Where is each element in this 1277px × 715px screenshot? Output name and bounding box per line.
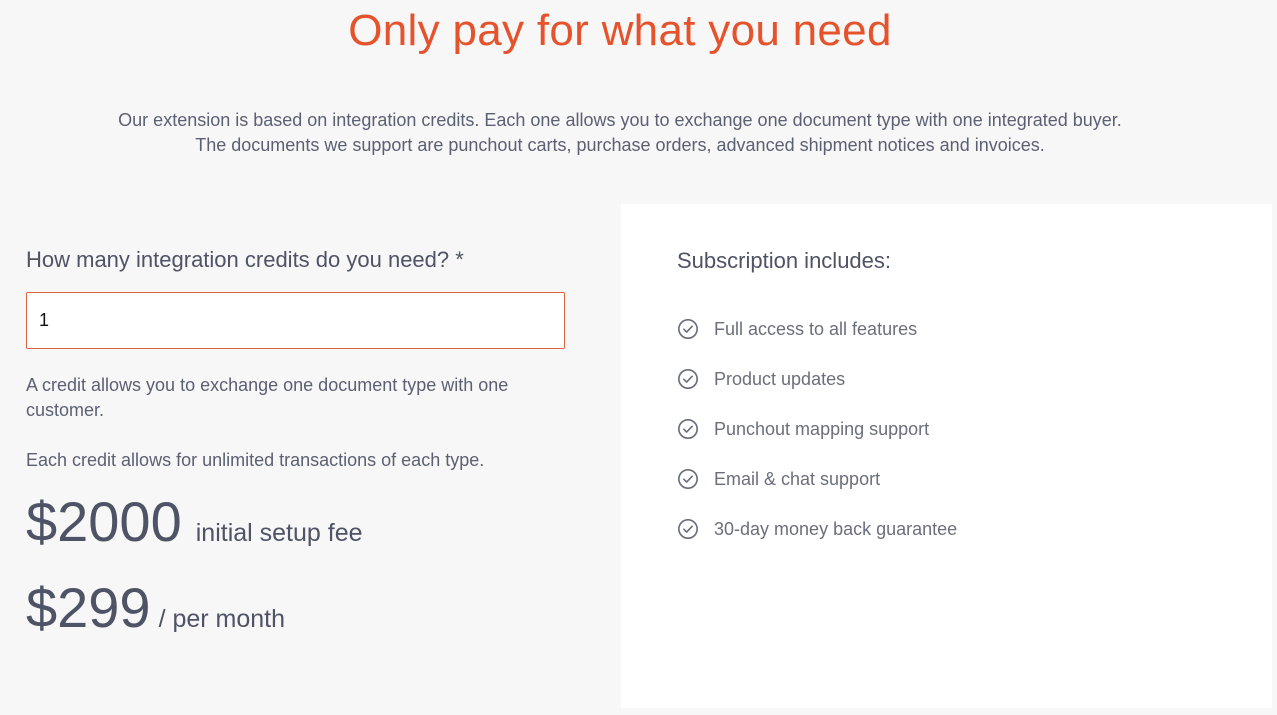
feature-list: Full access to all features Product upda… [677,304,957,554]
transactions-note: Each credit allows for unlimited transac… [26,450,485,470]
check-circle-icon [678,319,698,339]
credits-question-label: How many integration credits do you need… [26,247,464,272]
check-circle-icon [678,519,698,539]
credits-input[interactable] [26,292,565,349]
intro-line-1: Our extension is based on integration cr… [118,110,1122,130]
check-circle-icon [678,419,698,439]
feature-label: Full access to all features [714,318,918,339]
monthly-fee-label: / per month [158,605,286,633]
check-circle-icon [678,369,698,389]
feature-item: Email & chat support [677,454,957,504]
monthly-fee-row: $299 / per month [26,567,586,649]
intro-line-2: The documents we support are punchout ca… [195,135,1045,155]
credit-explanation: A credit allows you to exchange one docu… [26,375,509,420]
feature-label: Product updates [714,368,846,389]
setup-fee-label: initial setup fee [195,519,363,547]
feature-item: Punchout mapping support [677,404,957,454]
feature-item: Product updates [677,354,957,404]
feature-label: Email & chat support [714,468,881,489]
pricing-page: Only pay for what you need Our extension… [0,0,1277,715]
feature-item: Full access to all features [677,304,957,354]
setup-fee-row: $2000 initial setup fee [26,481,586,563]
check-circle-icon [678,469,698,489]
setup-fee-amount: $2000 [26,490,182,553]
feature-label: 30-day money back guarantee [714,518,958,539]
intro-text: Our extension is based on integration cr… [0,108,1240,158]
subscription-panel: Subscription includes: Full access to al… [621,204,1272,708]
subscription-title: Subscription includes: [677,248,892,273]
page-title: Only pay for what you need [348,6,892,55]
feature-label: Punchout mapping support [714,418,930,439]
feature-item: 30-day money back guarantee [677,504,957,554]
credits-calculator: How many integration credits do you need… [26,236,586,649]
monthly-fee-amount: $299 [26,576,151,639]
